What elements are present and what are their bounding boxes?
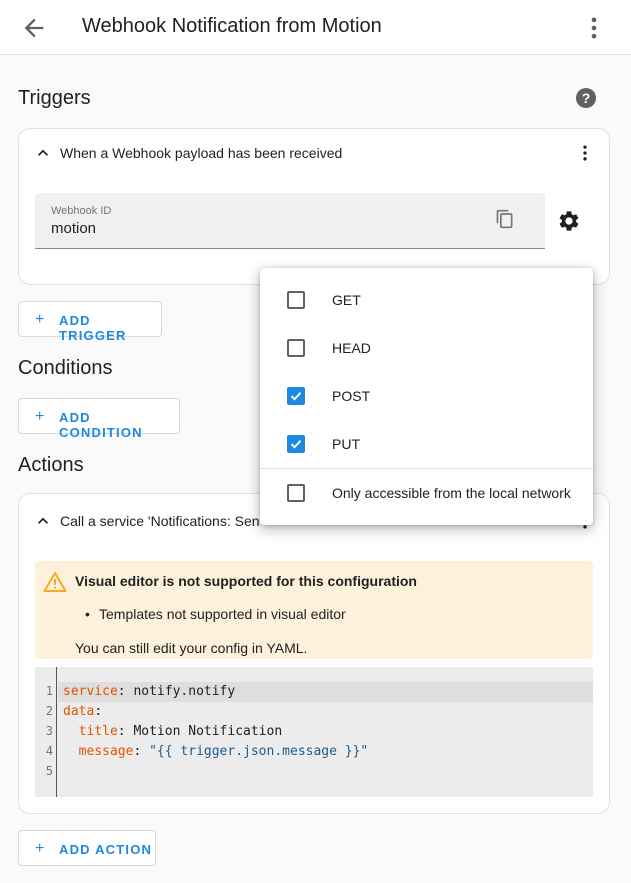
code-line[interactable]: message: "{{ trigger.json.message }}" bbox=[63, 744, 369, 759]
add-action-label: ADD ACTION bbox=[59, 842, 153, 857]
yaml-key: data bbox=[63, 704, 95, 719]
yaml-key: message bbox=[78, 744, 134, 759]
dots-vertical-icon[interactable] bbox=[575, 143, 595, 163]
webhook-id-value[interactable]: motion bbox=[51, 220, 96, 237]
menu-item-label: Only accessible from the local network bbox=[332, 485, 571, 501]
menu-item-put[interactable]: PUT bbox=[260, 420, 593, 468]
app-toolbar: Webhook Notification from Motion bbox=[0, 0, 631, 55]
trigger-card: When a Webhook payload has been received… bbox=[18, 128, 610, 285]
webhook-id-field[interactable]: Webhook ID motion bbox=[35, 193, 545, 249]
code-line[interactable]: data: bbox=[63, 704, 102, 719]
add-action-button[interactable]: + ADD ACTION bbox=[18, 830, 156, 866]
page-title: Webhook Notification from Motion bbox=[82, 15, 382, 37]
yaml-value: Motion Notification bbox=[133, 724, 283, 739]
action-card-title[interactable]: Call a service 'Notifications: Sen bbox=[60, 513, 260, 529]
yaml-code-editor[interactable]: 1 2 3 4 5 service: notify.notify data: t… bbox=[35, 667, 593, 797]
trigger-card-title[interactable]: When a Webhook payload has been received bbox=[60, 145, 342, 161]
add-trigger-label: ADD TRIGGER bbox=[59, 313, 127, 343]
add-trigger-button[interactable]: + ADD TRIGGER bbox=[18, 301, 162, 343]
checkbox-checked[interactable] bbox=[287, 435, 305, 453]
dots-vertical-icon[interactable] bbox=[580, 14, 608, 42]
menu-item-label: GET bbox=[332, 292, 361, 308]
help-circle-icon[interactable]: ? bbox=[574, 86, 598, 110]
menu-item-label: POST bbox=[332, 388, 371, 404]
webhook-id-label: Webhook ID bbox=[51, 205, 112, 217]
arrow-left-icon[interactable] bbox=[20, 14, 48, 42]
action-card: Call a service 'Notifications: Sen Visua… bbox=[18, 493, 610, 814]
line-number: 5 bbox=[45, 764, 53, 778]
line-number-gutter: 1 2 3 4 5 bbox=[35, 667, 57, 797]
line-number: 4 bbox=[45, 744, 53, 758]
yaml-value: notify.notify bbox=[133, 684, 236, 699]
plus-icon: + bbox=[35, 408, 46, 425]
check-icon bbox=[290, 392, 302, 401]
menu-item-post[interactable]: POST bbox=[260, 372, 593, 420]
chevron-up-icon[interactable] bbox=[33, 511, 53, 531]
menu-item-label: HEAD bbox=[332, 340, 371, 356]
code-line[interactable]: title: Motion Notification bbox=[63, 724, 283, 739]
copy-icon[interactable] bbox=[495, 209, 515, 229]
checkbox-checked[interactable] bbox=[287, 387, 305, 405]
warning-bullet: Templates not supported in visual editor bbox=[85, 606, 346, 622]
alert-triangle-icon bbox=[43, 571, 67, 593]
plus-icon: + bbox=[35, 840, 46, 857]
code-line[interactable]: service: notify.notify bbox=[63, 684, 235, 699]
checkbox[interactable] bbox=[287, 484, 305, 502]
chevron-up-icon[interactable] bbox=[33, 143, 53, 163]
line-number: 1 bbox=[45, 684, 53, 698]
yaml-key: service bbox=[63, 684, 118, 699]
yaml-value: "{{ trigger.json.message }}" bbox=[149, 744, 369, 759]
line-number: 2 bbox=[45, 704, 53, 718]
menu-item-local-only[interactable]: Only accessible from the local network bbox=[260, 469, 593, 517]
conditions-heading: Conditions bbox=[18, 357, 113, 379]
menu-item-head[interactable]: HEAD bbox=[260, 324, 593, 372]
warning-title: Visual editor is not supported for this … bbox=[75, 573, 417, 589]
gear-icon[interactable] bbox=[557, 209, 581, 233]
warning-alert: Visual editor is not supported for this … bbox=[35, 561, 593, 659]
menu-item-label: PUT bbox=[332, 436, 360, 452]
menu-item-get[interactable]: GET bbox=[260, 276, 593, 324]
triggers-heading: Triggers bbox=[18, 87, 91, 109]
yaml-key: title bbox=[78, 724, 118, 739]
webhook-methods-menu: GET HEAD POST PUT Only accessible from t… bbox=[260, 268, 593, 525]
plus-icon: + bbox=[35, 311, 46, 328]
checkbox[interactable] bbox=[287, 291, 305, 309]
checkbox[interactable] bbox=[287, 339, 305, 357]
check-icon bbox=[290, 440, 302, 449]
actions-heading: Actions bbox=[18, 454, 84, 476]
warning-note: You can still edit your config in YAML. bbox=[75, 640, 308, 656]
add-condition-button[interactable]: + ADD CONDITION bbox=[18, 398, 180, 440]
svg-text:?: ? bbox=[582, 90, 591, 106]
add-condition-label: ADD CONDITION bbox=[59, 410, 143, 440]
line-number: 3 bbox=[45, 724, 53, 738]
